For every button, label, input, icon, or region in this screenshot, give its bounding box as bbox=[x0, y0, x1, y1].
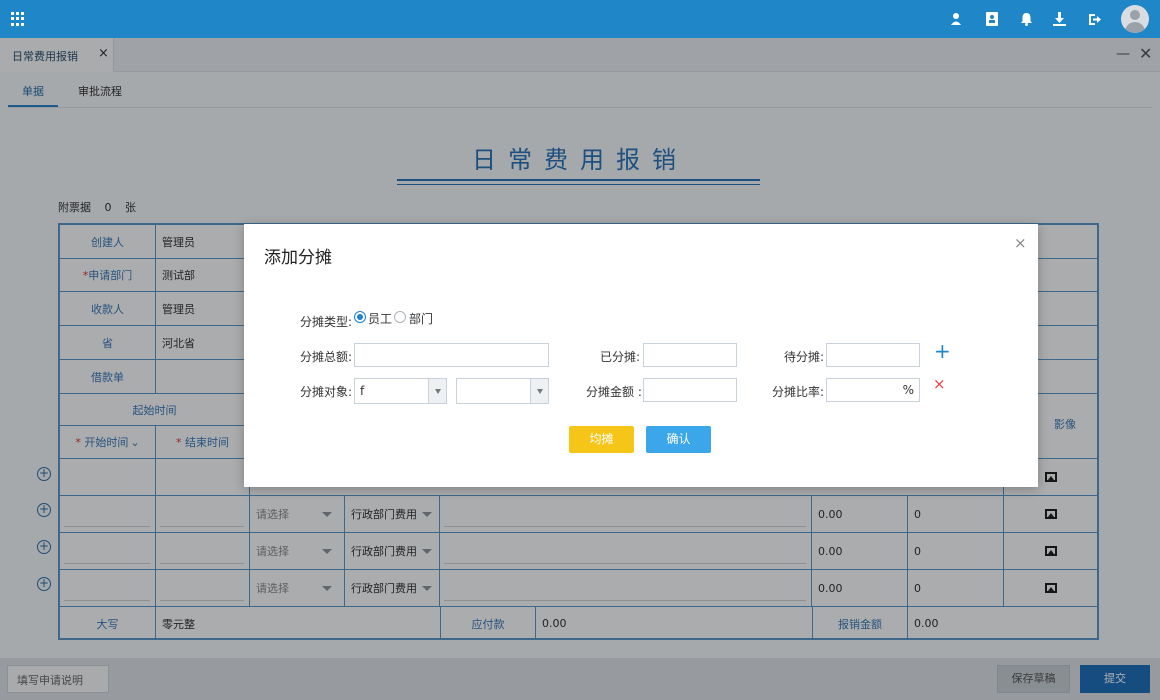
total-label: 分摊总额: bbox=[300, 350, 353, 364]
target-select-value: f bbox=[360, 384, 365, 398]
chevron-down-icon[interactable] bbox=[530, 379, 548, 403]
dialog-title: 添加分摊 bbox=[264, 248, 332, 268]
amount-label: 分摊金额 : bbox=[586, 385, 642, 399]
target-sub-select[interactable] bbox=[456, 378, 549, 404]
ratio-label: 分摊比率: bbox=[772, 385, 825, 399]
avatar[interactable] bbox=[1121, 5, 1149, 33]
pending-label: 待分摊: bbox=[784, 350, 825, 364]
contacts-icon[interactable] bbox=[983, 10, 1001, 28]
radio-department-label: 部门 bbox=[409, 312, 434, 326]
apps-icon[interactable] bbox=[11, 12, 25, 26]
add-icon[interactable]: + bbox=[934, 341, 951, 361]
allocated-label: 已分摊: bbox=[600, 350, 641, 364]
remove-icon[interactable]: × bbox=[933, 377, 946, 392]
logout-icon[interactable] bbox=[1085, 10, 1103, 28]
radio-employee[interactable] bbox=[354, 311, 366, 323]
even-split-button[interactable]: 均摊 bbox=[569, 426, 634, 453]
download-icon[interactable] bbox=[1050, 10, 1068, 28]
percent-unit: % bbox=[902, 383, 914, 397]
user-icon[interactable] bbox=[948, 10, 966, 28]
ratio-input[interactable]: % bbox=[826, 378, 920, 402]
total-input[interactable] bbox=[354, 343, 549, 367]
pending-input[interactable] bbox=[826, 343, 920, 367]
dialog-close-icon[interactable]: × bbox=[1014, 234, 1027, 252]
radio-employee-label: 员工 bbox=[368, 312, 393, 326]
chevron-down-icon[interactable] bbox=[428, 379, 446, 403]
target-label: 分摊对象: bbox=[300, 385, 353, 399]
allocated-input[interactable] bbox=[643, 343, 737, 367]
target-select[interactable]: f bbox=[354, 378, 447, 404]
type-label: 分摊类型: bbox=[300, 315, 353, 329]
amount-input[interactable] bbox=[643, 378, 737, 402]
bell-icon[interactable] bbox=[1017, 10, 1035, 28]
top-bar bbox=[0, 0, 1160, 38]
confirm-button[interactable]: 确认 bbox=[646, 426, 711, 453]
allocation-dialog: 添加分摊 × 分摊类型: 员工 部门 分摊总额: 已分摊: 待分摊: + 分摊对… bbox=[244, 224, 1038, 487]
radio-department[interactable] bbox=[394, 311, 406, 323]
